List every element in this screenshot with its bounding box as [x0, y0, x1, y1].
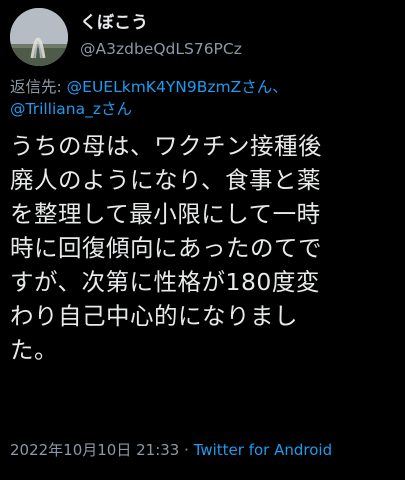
reply-context: 返信先: @EUELkmK4YN9BzmZさん、 @Trilliana_zさん	[10, 76, 400, 120]
tweet-text-line: すが、次第に性格が180度変	[10, 268, 320, 296]
tweet-text-line: た。	[10, 336, 58, 364]
reply-mention-link[interactable]: @EUELkmK4YN9BzmZさん、	[67, 78, 288, 96]
avatar-image-icon	[10, 8, 68, 66]
meta-separator: ·	[179, 441, 194, 459]
tweet-text-line: わり自己中心的になりまし	[10, 302, 298, 330]
avatar[interactable]	[10, 8, 68, 66]
timestamp-link[interactable]: 2022年10月10日 21:33	[10, 441, 179, 459]
tweet-text: うちの母は、ワクチン接種後 廃人のようになり、食事と薬 を整理して最小限にして一…	[10, 129, 402, 367]
tweet-header: くぼこう @A3zdbeQdLS76PCz	[10, 8, 395, 68]
tweet: くぼこう @A3zdbeQdLS76PCz 返信先: @EUELkmK4YN9B…	[0, 0, 405, 480]
source-link[interactable]: Twitter for Android	[194, 441, 332, 459]
tweet-meta: 2022年10月10日 21:33 · Twitter for Android	[10, 440, 332, 460]
tweet-text-line: を整理して最小限にして一時	[10, 200, 321, 228]
tweet-text-line: 廃人のようになり、食事と薬	[10, 166, 322, 194]
user-handle[interactable]: @A3zdbeQdLS76PCz	[80, 38, 242, 60]
display-name[interactable]: くぼこう	[80, 12, 242, 34]
reply-prefix: 返信先:	[10, 78, 67, 96]
tweet-text-line: 時に回復傾向にあったのてで	[10, 234, 322, 262]
reply-mention-link[interactable]: @Trilliana_zさん	[10, 100, 132, 118]
tweet-text-line: うちの母は、ワクチン接種後	[10, 132, 322, 160]
user-names: くぼこう @A3zdbeQdLS76PCz	[80, 12, 242, 60]
